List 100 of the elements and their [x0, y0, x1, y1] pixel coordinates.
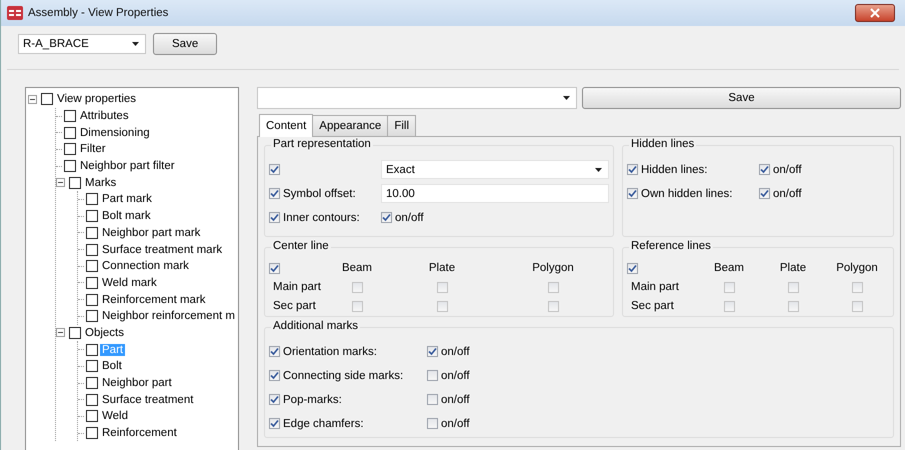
tree-item[interactable]: Weld — [100, 410, 130, 422]
checkbox[interactable] — [427, 370, 438, 381]
checkbox[interactable] — [788, 282, 798, 292]
tree-checkbox[interactable] — [64, 110, 76, 122]
checkbox[interactable] — [427, 394, 438, 405]
tree-checkbox[interactable] — [86, 244, 98, 256]
save-button[interactable]: Save — [153, 33, 218, 55]
checkbox[interactable] — [548, 300, 558, 312]
tab[interactable]: Fill — [387, 115, 416, 136]
group-title: Center line — [271, 240, 331, 252]
tree-item[interactable]: Reinforcement mark — [100, 294, 208, 306]
close-button[interactable] — [855, 4, 895, 22]
field-label: Hidden lines: — [641, 164, 708, 176]
toggle-label: on/off — [395, 212, 424, 224]
checkbox[interactable] — [269, 212, 280, 223]
tree-checkbox[interactable] — [86, 294, 98, 306]
checkbox[interactable] — [269, 164, 280, 175]
tree-item[interactable]: Marks — [83, 176, 118, 189]
collapse-icon[interactable] — [28, 94, 37, 104]
tree-checkbox[interactable] — [86, 210, 98, 222]
tree-item[interactable]: Attributes — [78, 110, 131, 122]
tree-checkbox[interactable] — [41, 93, 53, 106]
dropdown-arrow-icon — [563, 96, 570, 100]
column-header: Plate — [428, 262, 456, 274]
tree-item[interactable]: Objects — [83, 326, 126, 339]
tree-checkbox[interactable] — [69, 326, 81, 339]
field-label: Own hidden lines: — [641, 188, 732, 200]
checkbox[interactable] — [627, 262, 638, 274]
checkbox[interactable] — [352, 282, 362, 292]
column-header: Beam — [712, 262, 746, 274]
checkbox[interactable] — [269, 262, 280, 274]
field-label: Inner contours: — [283, 212, 360, 224]
tree-checkbox[interactable] — [86, 193, 98, 206]
tree-item[interactable]: Connection mark — [100, 260, 191, 272]
tree-checkbox[interactable] — [86, 394, 98, 406]
group-title: Additional marks — [271, 320, 360, 332]
checkbox[interactable] — [759, 188, 770, 199]
checkbox[interactable] — [269, 370, 280, 381]
field-label: Pop-marks: — [283, 394, 342, 406]
checkbox[interactable] — [352, 300, 362, 312]
tree-checkbox[interactable] — [86, 276, 98, 289]
checkbox[interactable] — [788, 300, 798, 312]
tree-item[interactable]: Neighbor part — [100, 377, 174, 390]
tree-item[interactable]: View properties — [55, 93, 138, 106]
representation-dropdown[interactable]: Exact — [381, 160, 609, 179]
checkbox[interactable] — [724, 282, 734, 292]
checkbox[interactable] — [627, 188, 638, 199]
collapse-icon[interactable] — [56, 178, 65, 188]
tree-checkbox[interactable] — [86, 226, 98, 239]
column-header: Beam — [340, 262, 374, 274]
save-button[interactable]: Save — [582, 87, 901, 109]
tree-item[interactable]: Bolt mark — [100, 210, 153, 222]
tree-checkbox[interactable] — [64, 160, 76, 172]
tree-item[interactable]: Bolt — [100, 360, 124, 372]
checkbox[interactable] — [269, 418, 280, 429]
tree-checkbox[interactable] — [64, 126, 76, 139]
checkbox[interactable] — [381, 212, 392, 223]
tree-item[interactable]: Surface treatment mark — [100, 244, 224, 256]
tree-checkbox[interactable] — [69, 176, 81, 189]
tab[interactable]: Appearance — [312, 115, 388, 136]
tree-checkbox[interactable] — [86, 427, 98, 440]
checkbox[interactable] — [269, 394, 280, 405]
tree-checkbox[interactable] — [86, 377, 98, 390]
tree-checkbox[interactable] — [86, 260, 98, 272]
checkbox[interactable] — [436, 300, 448, 312]
tree-checkbox[interactable] — [86, 344, 98, 356]
tree-item[interactable]: Dimensioning — [78, 126, 152, 139]
checkbox[interactable] — [627, 164, 638, 175]
checkbox[interactable] — [759, 164, 770, 175]
tree-checkbox[interactable] — [64, 143, 76, 156]
row-label: Sec part — [272, 300, 317, 312]
toggle-label: on/off — [773, 188, 802, 200]
app-logo-icon — [7, 6, 23, 20]
checkbox[interactable] — [427, 418, 438, 429]
tree-item[interactable]: Surface treatment — [100, 394, 196, 406]
tree-item[interactable]: Reinforcement — [100, 427, 179, 440]
group-title: Part representation — [271, 138, 373, 150]
checkbox[interactable] — [548, 282, 558, 292]
checkbox[interactable] — [269, 346, 280, 357]
tab[interactable]: Content — [259, 114, 314, 137]
tree-checkbox[interactable] — [86, 410, 98, 422]
checkbox[interactable] — [436, 282, 448, 292]
tree-item[interactable]: Weld mark — [100, 276, 159, 289]
tree-item[interactable]: Filter — [78, 143, 108, 156]
checkbox[interactable] — [852, 300, 862, 312]
field-label: Edge chamfers: — [283, 418, 364, 430]
checkbox[interactable] — [269, 188, 280, 199]
toggle-label: on/off — [441, 370, 470, 382]
tree-item[interactable]: Neighbor reinforcement m — [100, 310, 237, 322]
tree-item[interactable]: Neighbor part filter — [78, 160, 177, 172]
collapse-icon[interactable] — [56, 328, 65, 338]
checkbox[interactable] — [724, 300, 734, 312]
offset-field[interactable]: 10.00 — [381, 184, 609, 203]
checkbox[interactable] — [427, 346, 438, 357]
tree-item[interactable]: Neighbor part mark — [100, 226, 202, 239]
preset-dropdown[interactable]: R-A_BRACE — [18, 34, 146, 54]
checkbox[interactable] — [852, 282, 862, 292]
tree-item[interactable]: Part mark — [100, 193, 154, 206]
tree-checkbox[interactable] — [86, 360, 98, 372]
tree-checkbox[interactable] — [86, 310, 98, 322]
